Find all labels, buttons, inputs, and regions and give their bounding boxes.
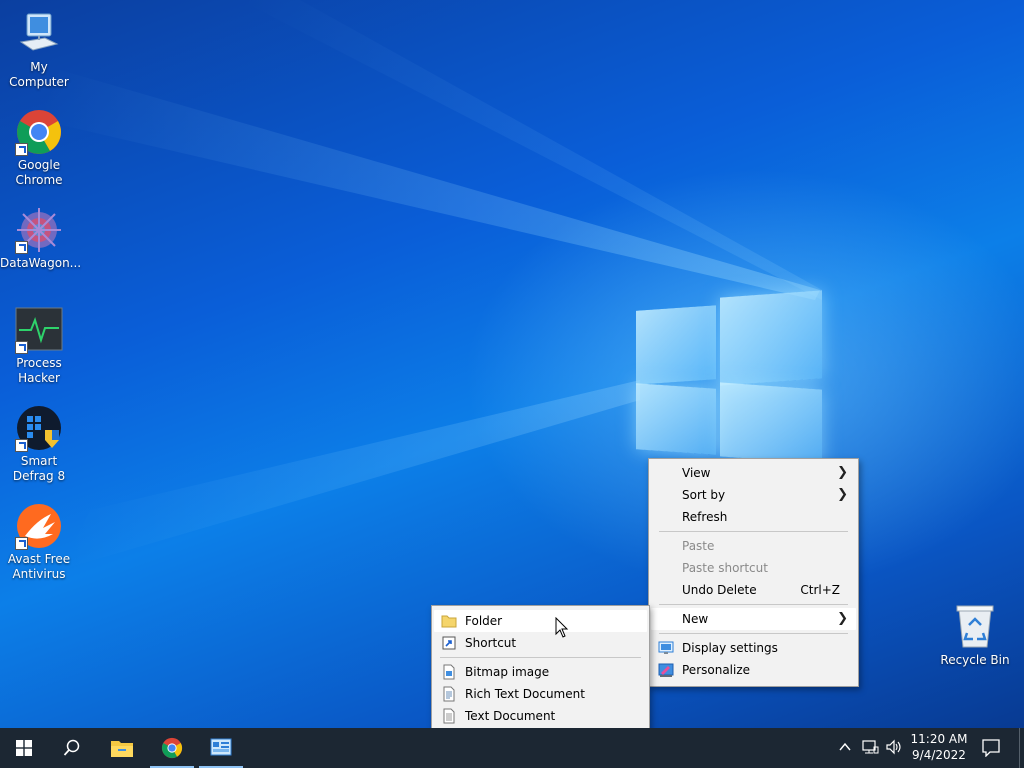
desktop-context-menu: View ❯ Sort by ❯ Refresh Paste Paste sho… xyxy=(648,458,859,687)
menu-item-new-text[interactable]: Text Document xyxy=(434,705,647,727)
file-explorer-icon xyxy=(111,741,133,757)
menu-item-label: Undo Delete xyxy=(682,583,757,597)
shortcut-arrow-icon xyxy=(15,341,28,354)
menu-item-view[interactable]: View ❯ xyxy=(651,462,856,484)
display-settings-icon xyxy=(658,640,674,656)
menu-item-label: New xyxy=(682,612,709,626)
menu-item-new-bitmap[interactable]: Bitmap image xyxy=(434,661,647,683)
menu-separator xyxy=(659,531,848,532)
menu-item-paste[interactable]: Paste xyxy=(651,535,856,557)
shortcut-arrow-icon xyxy=(15,537,28,550)
desktop-icon-label: Recycle Bin xyxy=(940,653,1010,667)
search-icon xyxy=(63,739,80,756)
start-icon xyxy=(16,740,32,756)
menu-item-new-shortcut[interactable]: Shortcut xyxy=(434,632,647,654)
clock-date: 9/4/2022 xyxy=(912,748,966,762)
menu-item-label: Bitmap image xyxy=(465,665,550,679)
menu-item-shortcut-key: Ctrl+Z xyxy=(800,583,840,597)
desktop-icon-label: Process Hacker xyxy=(16,356,62,385)
taskbar-control-panel[interactable] xyxy=(197,728,245,768)
menu-item-undo-delete[interactable]: Undo Delete Ctrl+Z xyxy=(651,579,856,601)
taskbar-file-explorer[interactable] xyxy=(98,728,146,768)
clock[interactable]: 11:20 AM 9/4/2022 xyxy=(906,731,972,763)
bitmap-image-icon xyxy=(441,664,457,680)
shortcut-icon xyxy=(441,635,457,651)
chevron-right-icon: ❯ xyxy=(837,611,848,626)
menu-item-sort-by[interactable]: Sort by ❯ xyxy=(651,484,856,506)
desktop-icon-label: DataWagon... xyxy=(0,256,82,270)
network-icon xyxy=(862,740,879,754)
menu-item-refresh[interactable]: Refresh xyxy=(651,506,856,528)
control-panel-icon xyxy=(210,738,232,756)
desktop-icon-recycle-bin[interactable]: Recycle Bin xyxy=(936,603,1014,668)
notification-icon xyxy=(982,739,1000,758)
chrome-icon xyxy=(15,108,63,156)
avast-icon xyxy=(15,502,63,550)
search-button[interactable] xyxy=(48,728,96,768)
menu-item-new-rtf[interactable]: Rich Text Document xyxy=(434,683,647,705)
desktop-icon-label: My Computer xyxy=(9,60,69,89)
desktop-icon-label: Smart Defrag 8 xyxy=(12,454,66,483)
folder-icon xyxy=(441,613,457,629)
shortcut-arrow-icon xyxy=(15,241,28,254)
volume-button[interactable] xyxy=(885,739,903,758)
process-hacker-icon xyxy=(15,306,63,354)
personalize-icon xyxy=(658,662,674,678)
smart-defrag-icon xyxy=(15,404,63,452)
menu-item-label: Paste shortcut xyxy=(682,561,768,575)
menu-separator xyxy=(440,657,641,658)
desktop-icon-label: Google Chrome xyxy=(15,158,63,187)
show-desktop-button[interactable] xyxy=(1019,728,1024,768)
menu-separator xyxy=(659,633,848,634)
chevron-right-icon: ❯ xyxy=(837,487,848,502)
menu-item-label: Rich Text Document xyxy=(465,687,585,701)
shortcut-arrow-icon xyxy=(15,143,28,156)
action-center-button[interactable] xyxy=(982,739,1000,760)
menu-item-new[interactable]: New ❯ xyxy=(651,608,856,630)
rich-text-document-icon xyxy=(441,686,457,702)
new-submenu: Folder Shortcut Bitmap image Rich Text D… xyxy=(431,605,650,728)
mouse-cursor-icon xyxy=(555,617,569,638)
menu-separator xyxy=(659,604,848,605)
desktop-icon-process-hacker[interactable]: Process Hacker xyxy=(0,306,78,386)
chrome-icon xyxy=(161,737,183,759)
menu-item-label: Folder xyxy=(465,614,503,628)
network-button[interactable] xyxy=(861,739,879,758)
desktop-icon-google-chrome[interactable]: Google Chrome xyxy=(0,108,78,188)
chevron-up-icon xyxy=(839,742,851,751)
menu-item-label: Paste xyxy=(682,539,715,553)
menu-item-label: Refresh xyxy=(682,510,728,524)
menu-item-label: Shortcut xyxy=(465,636,517,650)
windows-logo-wallpaper xyxy=(636,290,822,464)
menu-item-personalize[interactable]: Personalize xyxy=(651,659,856,681)
taskbar: 11:20 AM 9/4/2022 xyxy=(0,728,1024,768)
taskbar-chrome[interactable] xyxy=(148,728,196,768)
clock-time: 11:20 AM xyxy=(910,732,968,746)
menu-item-new-folder[interactable]: Folder xyxy=(434,610,647,632)
recycle-bin-icon xyxy=(951,603,999,651)
desktop-icon-label: Avast Free Antivirus xyxy=(7,552,71,581)
desktop-icon-datawagon[interactable]: DataWagon... xyxy=(0,206,82,271)
menu-item-label: View xyxy=(682,466,711,480)
desktop-icon-my-computer[interactable]: My Computer xyxy=(0,10,78,90)
volume-icon xyxy=(886,739,901,755)
desktop-icon-avast[interactable]: Avast Free Antivirus xyxy=(0,502,78,582)
text-document-icon xyxy=(441,708,457,724)
computer-icon xyxy=(15,10,63,58)
desktop[interactable]: My Computer Google Chrome DataWagon... P… xyxy=(0,0,1024,728)
menu-item-label: Personalize xyxy=(682,663,751,677)
menu-item-label: Sort by xyxy=(682,488,726,502)
menu-item-label: Display settings xyxy=(682,641,778,655)
show-hidden-icons-button[interactable] xyxy=(838,740,852,757)
menu-item-label: Text Document xyxy=(465,709,556,723)
menu-item-display-settings[interactable]: Display settings xyxy=(651,637,856,659)
chevron-right-icon: ❯ xyxy=(837,465,848,480)
desktop-icon-smart-defrag[interactable]: Smart Defrag 8 xyxy=(0,404,78,484)
shortcut-arrow-icon xyxy=(15,439,28,452)
datawagon-icon xyxy=(15,206,63,254)
menu-item-paste-shortcut[interactable]: Paste shortcut xyxy=(651,557,856,579)
start-button[interactable] xyxy=(0,728,48,768)
